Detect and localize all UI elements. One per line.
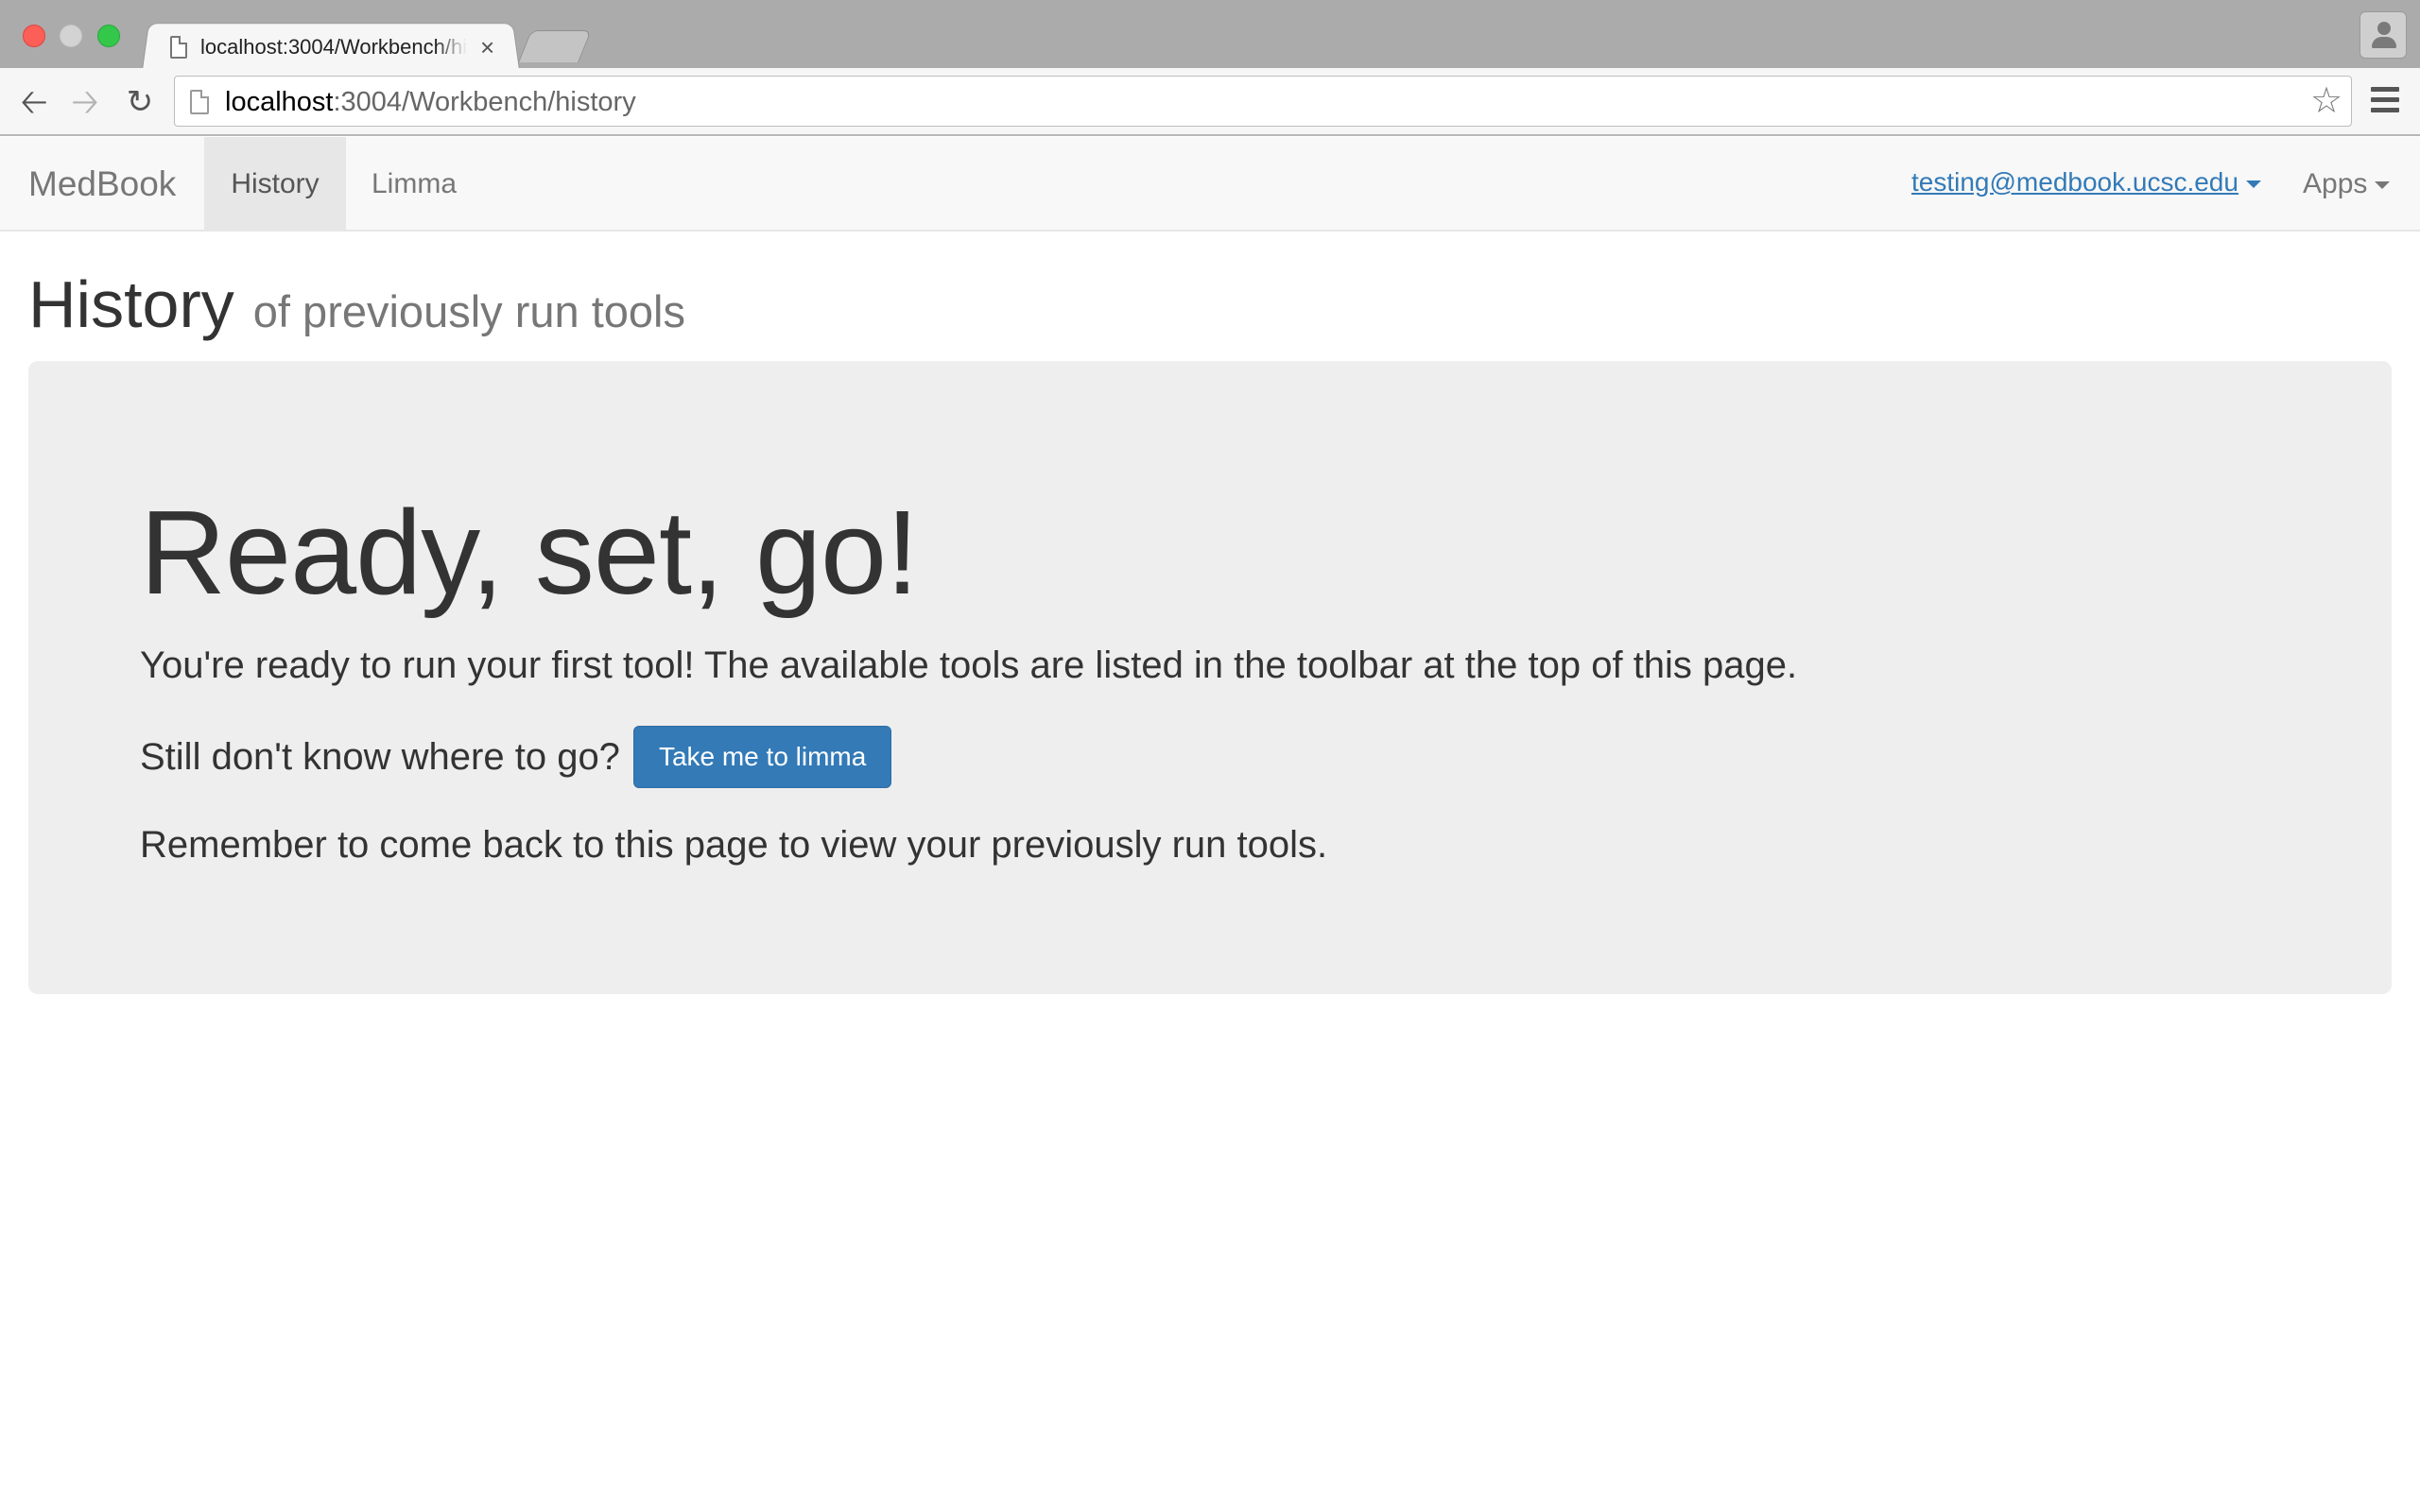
document-icon	[170, 36, 187, 59]
browser-titlebar: localhost:3004/Workbench/history ×	[0, 0, 2420, 71]
address-bar[interactable]: localhost:3004/Workbench/history ☆	[174, 76, 2352, 127]
maximize-window-button[interactable]	[97, 25, 120, 47]
user-email: testing@medbook.ucsc.edu	[1911, 167, 2238, 197]
page-title: History	[28, 267, 234, 341]
profile-button[interactable]	[2360, 11, 2407, 59]
close-window-button[interactable]	[23, 25, 45, 47]
page-subtitle: of previously run tools	[252, 286, 685, 336]
tab-title: localhost:3004/Workbench/history	[200, 35, 467, 59]
take-me-to-limma-button[interactable]: Take me to limma	[632, 726, 892, 788]
apps-label: Apps	[2303, 168, 2368, 199]
help-question-text: Still don't know where to go?	[140, 735, 620, 778]
nav-item-history[interactable]: History	[204, 137, 346, 232]
back-arrow-icon[interactable]: 🡠	[15, 83, 53, 121]
nav-item-limma[interactable]: Limma	[346, 137, 482, 232]
app-navbar: MedBook History Limma testing@medbook.uc…	[0, 137, 2420, 232]
browser-toolbar: 🡠 🡢 ↻ localhost:3004/Workbench/history ☆	[0, 68, 2420, 136]
jumbotron: Ready, set, go! You're ready to run your…	[28, 361, 2392, 994]
tab-close-icon[interactable]: ×	[480, 35, 494, 60]
jumbotron-intro-text: You're ready to run your first tool! The…	[140, 644, 1798, 686]
apps-menu[interactable]: Apps	[2303, 137, 2391, 232]
minimize-window-button[interactable]	[60, 25, 82, 47]
new-tab-button[interactable]	[518, 30, 592, 62]
reload-icon[interactable]: ↻	[121, 83, 159, 121]
caret-down-icon	[2375, 181, 2391, 190]
jumbotron-heading: Ready, set, go!	[140, 486, 919, 619]
brand-logo[interactable]: MedBook	[28, 137, 176, 232]
address-host: localhost	[225, 87, 334, 117]
jumbotron-reminder-text: Remember to come back to this page to vi…	[140, 824, 1328, 866]
bookmark-star-icon[interactable]: ☆	[2306, 80, 2347, 122]
person-icon	[2377, 22, 2391, 35]
hamburger-menu-icon[interactable]	[2371, 87, 2399, 115]
browser-tab-content[interactable]: localhost:3004/Workbench/history ×	[170, 28, 510, 66]
address-path: :3004/Workbench/history	[333, 87, 636, 117]
jumbotron-help-line: Still don't know where to go? Take me to…	[140, 726, 892, 788]
caret-down-icon	[2245, 180, 2261, 188]
forward-arrow-icon[interactable]: 🡢	[66, 83, 104, 121]
address-url[interactable]: localhost:3004/Workbench/history	[225, 77, 636, 128]
page-icon	[190, 90, 209, 114]
page-header: History of previously run tools	[28, 266, 685, 342]
user-menu[interactable]: testing@medbook.ucsc.edu	[1911, 137, 2261, 232]
